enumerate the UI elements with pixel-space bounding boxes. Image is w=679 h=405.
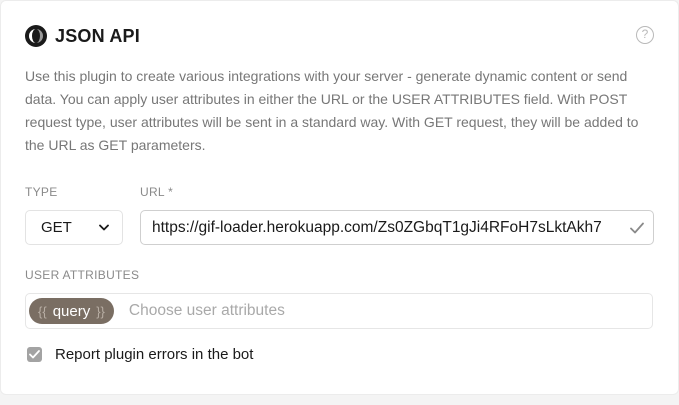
url-label: URL * (140, 185, 174, 199)
request-type-select[interactable]: GET (25, 210, 123, 245)
report-errors-checkbox[interactable] (27, 347, 42, 362)
url-input[interactable] (152, 218, 622, 237)
request-type-value: GET (41, 219, 72, 236)
user-attributes-placeholder: Choose user attributes (128, 302, 285, 319)
plugin-header: JSON API (25, 25, 140, 47)
type-label: TYPE (25, 185, 58, 199)
chevron-down-icon (99, 224, 109, 231)
chip-open-brace: {{ (38, 303, 47, 319)
chip-close-brace: }} (96, 303, 105, 319)
report-errors-row: Report plugin errors in the bot (27, 346, 253, 363)
checkmark-icon (630, 222, 644, 234)
report-errors-label[interactable]: Report plugin errors in the bot (55, 346, 253, 363)
plugin-description: Use this plugin to create various integr… (25, 68, 639, 153)
user-attributes-label: USER ATTRIBUTES (25, 268, 140, 282)
plugin-title: JSON API (55, 25, 140, 46)
chip-label: query (52, 302, 91, 320)
checkbox-check-icon (29, 350, 40, 359)
json-api-logo-icon (25, 25, 47, 47)
attribute-chip-query[interactable]: {{ query }} (29, 298, 114, 324)
plugin-card: JSON API ? Use this plugin to create var… (0, 0, 679, 395)
url-field[interactable] (140, 210, 654, 245)
question-mark-icon[interactable]: ? (636, 26, 654, 44)
user-attributes-field[interactable]: {{ query }} Choose user attributes (25, 293, 653, 329)
